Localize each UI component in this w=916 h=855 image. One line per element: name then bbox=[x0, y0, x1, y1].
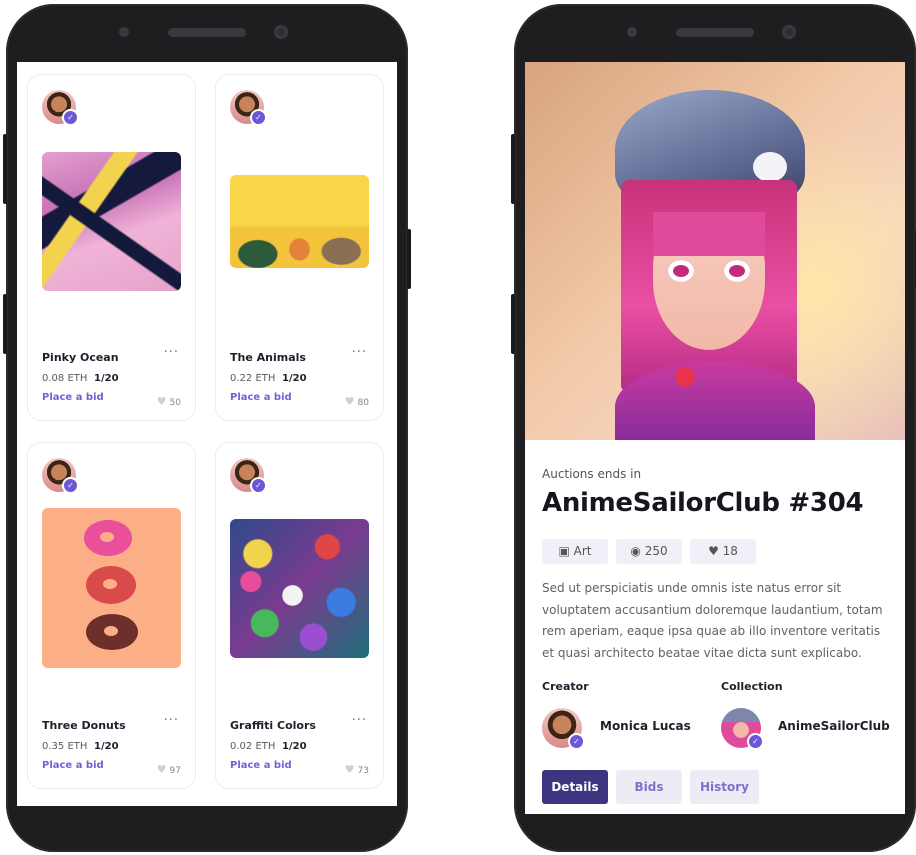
likes-pill[interactable]: ♥ 18 bbox=[690, 539, 756, 564]
artwork-image[interactable] bbox=[42, 508, 181, 668]
like-count: 50 bbox=[169, 398, 181, 408]
sensor bbox=[119, 27, 129, 37]
heart-pendant bbox=[675, 367, 695, 387]
sensor bbox=[627, 27, 637, 37]
hero-artwork[interactable] bbox=[525, 62, 905, 440]
front-camera bbox=[782, 25, 796, 39]
card-title[interactable]: Graffiti Colors bbox=[230, 719, 316, 732]
creator-name[interactable]: Monica Lucas bbox=[600, 719, 691, 733]
card-edition: 1/20 bbox=[282, 373, 307, 384]
creator-avatar[interactable]: ✓ bbox=[42, 458, 79, 494]
category-pill[interactable]: ▣ Art bbox=[542, 539, 608, 564]
card-title[interactable]: Pinky Ocean bbox=[42, 351, 119, 364]
views-pill: ◉ 250 bbox=[616, 539, 682, 564]
speaker bbox=[676, 28, 754, 37]
bangs-shape bbox=[653, 212, 765, 256]
phone-right: Auctions ends in AnimeSailorClub #304 ▣ … bbox=[511, 4, 916, 852]
eye-right bbox=[724, 260, 750, 282]
heart-icon: ♥ bbox=[156, 763, 167, 776]
like-button[interactable]: ♥ 50 bbox=[157, 395, 181, 408]
collection-label: Collection bbox=[721, 680, 783, 693]
like-button[interactable]: ♥ 97 bbox=[157, 763, 181, 776]
card-price: 0.02 ETH bbox=[230, 741, 276, 752]
nft-card[interactable]: ✓ The Animals ··· 0.22 ETH 1/20 Place a … bbox=[215, 74, 384, 421]
heart-icon: ♥ bbox=[344, 763, 355, 776]
more-icon[interactable]: ··· bbox=[352, 713, 367, 728]
card-title[interactable]: The Animals bbox=[230, 351, 306, 364]
category-label: Art bbox=[573, 544, 592, 558]
volume-button bbox=[511, 134, 515, 204]
detail-screen: Auctions ends in AnimeSailorClub #304 ▣ … bbox=[525, 62, 905, 814]
heart-icon: ♥ bbox=[156, 395, 167, 408]
verified-icon: ✓ bbox=[568, 733, 585, 750]
creator-avatar[interactable]: ✓ bbox=[230, 90, 267, 126]
nft-description: Sed ut perspiciatis unde omnis iste natu… bbox=[542, 581, 883, 660]
donut-hole bbox=[100, 532, 114, 542]
views-count: 250 bbox=[644, 544, 668, 558]
card-edition: 1/20 bbox=[94, 741, 119, 752]
donut-hole bbox=[103, 579, 117, 589]
tab-bids[interactable]: Bids bbox=[616, 770, 682, 804]
tab-details[interactable]: Details bbox=[542, 770, 608, 804]
eye-icon: ◉ bbox=[630, 544, 641, 558]
card-edition: 1/20 bbox=[94, 373, 119, 384]
verified-icon: ✓ bbox=[747, 733, 764, 750]
place-bid-link[interactable]: Place a bid bbox=[42, 392, 104, 403]
power-button bbox=[407, 229, 411, 289]
collection-name[interactable]: AnimeSailorClub bbox=[778, 719, 890, 733]
more-icon[interactable]: ··· bbox=[164, 713, 179, 728]
verified-icon: ✓ bbox=[250, 477, 267, 494]
collection-avatar[interactable]: ✓ bbox=[721, 708, 764, 750]
creator-avatar[interactable]: ✓ bbox=[230, 458, 267, 494]
nft-card[interactable]: ✓ Graffiti Colors ··· 0.02 ETH 1/20 Plac… bbox=[215, 442, 384, 789]
nft-card[interactable]: ✓ Three Donuts ··· 0.35 ETH 1/20 Place a… bbox=[27, 442, 196, 789]
heart-icon: ♥ bbox=[708, 544, 719, 558]
like-count: 97 bbox=[169, 766, 181, 776]
like-count: 73 bbox=[357, 766, 369, 776]
artwork-image[interactable] bbox=[42, 152, 181, 291]
card-price: 0.22 ETH bbox=[230, 373, 276, 384]
place-bid-link[interactable]: Place a bid bbox=[42, 760, 104, 771]
creator-avatar[interactable]: ✓ bbox=[42, 90, 79, 126]
artwork-image[interactable] bbox=[230, 519, 369, 658]
image-icon: ▣ bbox=[558, 544, 570, 558]
artwork-image[interactable] bbox=[230, 175, 369, 268]
grid-screen: ✓ Pinky Ocean ··· 0.08 ETH 1/20 Place a … bbox=[17, 62, 397, 806]
more-icon[interactable]: ··· bbox=[164, 345, 179, 360]
donut-hole bbox=[104, 626, 118, 636]
nft-card[interactable]: ✓ Pinky Ocean ··· 0.08 ETH 1/20 Place a … bbox=[27, 74, 196, 421]
volume-button bbox=[3, 134, 7, 204]
card-edition: 1/20 bbox=[282, 741, 307, 752]
creator-avatar[interactable]: ✓ bbox=[542, 708, 585, 750]
nft-title: AnimeSailorClub #304 bbox=[542, 488, 864, 518]
tab-history[interactable]: History bbox=[690, 770, 759, 804]
verified-icon: ✓ bbox=[62, 109, 79, 126]
creator-label: Creator bbox=[542, 680, 589, 693]
auction-label: Auctions ends in bbox=[542, 467, 642, 481]
like-button[interactable]: ♥ 73 bbox=[345, 763, 369, 776]
eye-left bbox=[668, 260, 694, 282]
speaker bbox=[168, 28, 246, 37]
place-bid-link[interactable]: Place a bid bbox=[230, 760, 292, 771]
card-title[interactable]: Three Donuts bbox=[42, 719, 126, 732]
heart-icon: ♥ bbox=[344, 395, 355, 408]
verified-icon: ✓ bbox=[250, 109, 267, 126]
like-count: 80 bbox=[357, 398, 369, 408]
likes-count: 18 bbox=[722, 544, 738, 558]
phone-left: ✓ Pinky Ocean ··· 0.08 ETH 1/20 Place a … bbox=[3, 4, 411, 852]
volume-button-2 bbox=[3, 294, 7, 354]
bunny-icon bbox=[753, 152, 787, 182]
card-price: 0.35 ETH bbox=[42, 741, 88, 752]
volume-button-2 bbox=[511, 294, 515, 354]
like-button[interactable]: ♥ 80 bbox=[345, 395, 369, 408]
more-icon[interactable]: ··· bbox=[352, 345, 367, 360]
front-camera bbox=[274, 25, 288, 39]
verified-icon: ✓ bbox=[62, 477, 79, 494]
place-bid-link[interactable]: Place a bid bbox=[230, 392, 292, 403]
card-price: 0.08 ETH bbox=[42, 373, 88, 384]
